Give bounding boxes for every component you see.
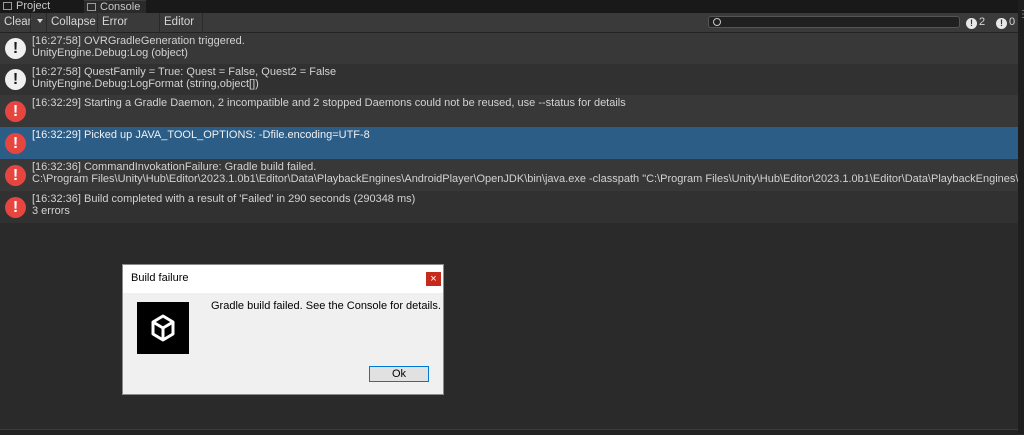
tab-project-label: Project xyxy=(16,0,51,12)
tab-bar: Project Console xyxy=(0,0,1024,14)
log-stack-line: UnityEngine.Debug:LogFormat (string,obje… xyxy=(32,78,259,90)
panel-grip-icon: ⋮ xyxy=(1018,9,1024,20)
error-icon: ! xyxy=(5,133,26,154)
clear-options-dropdown[interactable] xyxy=(30,13,46,32)
info-icon: ! xyxy=(5,38,26,59)
log-entry[interactable]: ! [16:32:29] Starting a Gradle Daemon, 2… xyxy=(0,95,1018,127)
info-count-toggle[interactable]: ! 2 xyxy=(966,15,985,30)
search-icon xyxy=(713,18,721,26)
error-pause-toggle[interactable]: Error Pause xyxy=(97,13,159,47)
log-stack-line: UnityEngine.Debug:Log (object) xyxy=(32,47,188,59)
log-entry[interactable]: ! [16:32:36] Build completed with a resu… xyxy=(0,191,1018,223)
clear-button[interactable]: Clear xyxy=(0,13,31,32)
log-message: [16:32:36] Build completed with a result… xyxy=(32,193,416,205)
warning-icon: ! xyxy=(996,18,1007,29)
warning-count-toggle[interactable]: ! 0 xyxy=(996,15,1015,30)
warning-count: 0 xyxy=(1009,16,1016,28)
console-icon xyxy=(87,3,96,11)
tab-console-label: Console xyxy=(100,1,141,13)
error-icon: ! xyxy=(5,101,26,122)
log-message: [16:32:29] Starting a Gradle Daemon, 2 i… xyxy=(32,97,626,109)
collapse-toggle[interactable]: Collapse xyxy=(46,13,97,32)
log-entry[interactable]: ! [16:27:58] OVRGradleGeneration trigger… xyxy=(0,33,1018,64)
log-message: [16:32:29] Picked up JAVA_TOOL_OPTIONS: … xyxy=(32,129,370,141)
log-message: [16:27:58] QuestFamily = True: Quest = F… xyxy=(32,66,337,78)
log-stack-line: C:\Program Files\Unity\Hub\Editor\2023.1… xyxy=(32,173,1018,185)
chevron-down-icon xyxy=(37,19,43,23)
log-message: [16:27:58] OVRGradleGeneration triggered… xyxy=(32,35,245,47)
editor-dropdown[interactable]: Editor xyxy=(159,13,203,42)
unity-logo-icon xyxy=(137,302,189,354)
info-count: 2 xyxy=(979,16,986,28)
info-icon: ! xyxy=(5,69,26,90)
folder-icon xyxy=(3,2,12,10)
dialog-title: Build failure xyxy=(131,272,189,284)
log-entry[interactable]: ! [16:32:36] CommandInvokationFailure: G… xyxy=(0,159,1018,191)
log-entry[interactable]: ! [16:27:58] QuestFamily = True: Quest =… xyxy=(0,64,1018,95)
log-detail-splitter[interactable] xyxy=(0,429,1018,435)
info-icon: ! xyxy=(966,18,977,29)
log-stack-line: 3 errors xyxy=(32,205,70,217)
log-entry-selected[interactable]: ! [16:32:29] Picked up JAVA_TOOL_OPTIONS… xyxy=(0,127,1018,159)
console-toolbar: Clear Collapse Error Pause Editor !2 !0 xyxy=(0,13,1018,47)
tab-console[interactable]: Console xyxy=(84,0,146,14)
ok-button[interactable]: Ok xyxy=(369,366,429,382)
adjacent-panel-edge: ⋮ xyxy=(1018,0,1024,434)
tab-project[interactable]: Project xyxy=(0,0,64,13)
close-icon[interactable]: × xyxy=(426,272,441,286)
build-failure-dialog: Build failure × Gradle build failed. See… xyxy=(122,264,444,395)
dialog-message: Gradle build failed. See the Console for… xyxy=(211,300,441,312)
dialog-titlebar[interactable]: Build failure × xyxy=(123,265,443,293)
search-input[interactable] xyxy=(708,16,960,28)
unity-cube-icon xyxy=(151,314,175,342)
error-icon: ! xyxy=(5,165,26,186)
error-icon: ! xyxy=(5,197,26,218)
log-message: [16:32:36] CommandInvokationFailure: Gra… xyxy=(32,161,317,173)
editor-dropdown-label: Editor xyxy=(164,16,195,28)
